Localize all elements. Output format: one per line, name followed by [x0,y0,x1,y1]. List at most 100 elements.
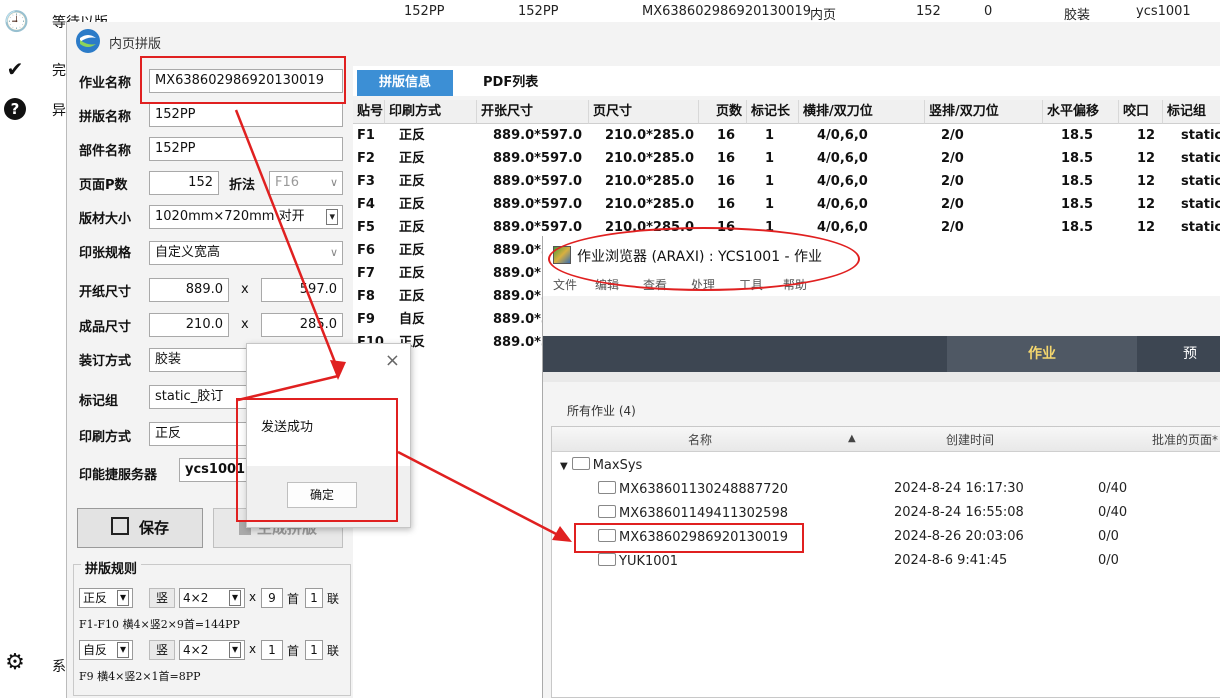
tab-pdf-list[interactable]: PDF列表 [483,70,538,96]
rule1-grid-select[interactable]: 4×2 ▾ [179,588,245,608]
save-icon [110,517,129,535]
table-header[interactable]: 标记组 [1163,100,1220,124]
mark-group-select[interactable]: static_胶订 [149,385,247,409]
sidebar-item-done[interactable]: 完 [52,60,66,80]
rule2-orient-toggle[interactable]: 竖 [149,640,175,660]
clock-icon[interactable]: 🕘 [4,10,29,32]
sheet-spec-select[interactable]: 自定义宽高 ∨ [149,241,343,265]
window-title: 内页拼版 [109,37,162,52]
rule1-mode-select[interactable]: 正反 ▾ [79,588,133,608]
rule2-lian-input[interactable]: 1 [305,640,323,660]
page-count-input[interactable]: 152 [149,171,219,195]
table-header[interactable]: 页数 [699,100,747,124]
rule2-grid-select[interactable]: 4×2 ▾ [179,640,245,660]
server-label: 印能捷服务器 [79,468,158,483]
cell-signature: F1 [357,128,375,143]
times-sign: x [249,642,257,656]
col-name[interactable]: 名称 [688,431,712,448]
chevron-down-icon: ▾ [228,642,241,658]
chevron-down-icon: ∨ [329,246,338,259]
job-row[interactable]: YUK1001 [598,553,678,569]
annotation-ellipse-araxi-title [548,227,860,291]
fold-select[interactable]: F16 ∨ [269,171,343,195]
tab-jobs[interactable]: 作业 [947,336,1137,372]
close-icon[interactable]: × [385,350,400,371]
expand-arrow-icon[interactable]: ▼ [560,461,568,472]
paper-width-input[interactable]: 889.0 [149,278,229,302]
tab-imposition-info[interactable]: 拼版信息 [357,70,453,96]
print-method-select[interactable]: 正反 [149,422,247,446]
job-created: 2024-8-24 16:17:30 [894,481,1024,496]
cell-mark-length: 1 [765,174,775,189]
plate-size-value: 1020mm×720mm [155,209,275,224]
chevron-down-icon: ▾ [326,209,338,225]
menu-file[interactable]: 文件 [553,276,577,293]
table-row[interactable]: F8 正反 889.0*5 [353,285,553,308]
cell-sheet-size: 889.0*597.0 [493,174,583,189]
lian-label: 联 [327,644,340,658]
rule1-note: F1-F10 横4×竖2×9首=144PP [79,618,240,631]
cell-page-size: 210.0*285.0 [605,151,695,166]
lian-label: 联 [327,592,340,606]
rule1-mode: 正反 [83,591,108,605]
cell-print-method: 自反 [399,312,426,327]
plate-size-select[interactable]: 1020mm×720mm 对开 ▾ [149,205,343,229]
cell-signature: F6 [357,243,375,258]
table-row[interactable]: F1 正反 889.0*597.0 210.0*285.0 16 1 4/0,6… [353,124,1220,147]
finish-height-input[interactable]: 285.0 [261,313,343,337]
tab-preview[interactable]: 预 [1183,336,1197,372]
job-row[interactable]: MX638601130248887720 [598,481,788,497]
table-header[interactable]: 咬口 [1119,100,1163,124]
table-header[interactable]: 贴号 [353,100,385,124]
paper-size-label: 开纸尺寸 [79,285,132,300]
table-header[interactable]: 竖排/双刀位 [925,100,1043,124]
gear-icon[interactable]: ⚙ [4,652,26,674]
binding-select[interactable]: 胶装 [149,348,247,372]
part-name-input[interactable]: 152PP [149,137,343,161]
finish-width-input[interactable]: 210.0 [149,313,229,337]
sort-asc-icon[interactable]: ▲ [848,433,856,444]
check-icon[interactable]: ✔ [4,58,26,80]
table-header[interactable]: 开张尺寸 [477,100,589,124]
rule2-mode-select[interactable]: 自反 ▾ [79,640,133,660]
cell-gripper: 12 [1137,128,1156,143]
times-sign: x [249,590,257,604]
table-header[interactable]: 水平偏移 [1043,100,1119,124]
bg-cell: ycs1001 [1136,4,1191,19]
save-button[interactable]: 保存 [77,508,203,548]
rule1-count-input[interactable]: 9 [261,588,283,608]
paper-height-input[interactable]: 597.0 [261,278,343,302]
bg-cell: 0 [984,4,993,19]
cell-h-offset: 18.5 [1061,151,1094,166]
job-row[interactable]: MX638601149411302598 [598,505,788,521]
cell-pages: 16 [717,197,736,212]
impose-name-input[interactable]: 152PP [149,103,343,127]
table-row[interactable]: F2 正反 889.0*597.0 210.0*285.0 16 1 4/0,6… [353,147,1220,170]
table-header[interactable]: 标记长 [747,100,799,124]
cell-horizontal: 4/0,6,0 [817,128,868,143]
table-header[interactable]: 横排/双刀位 [799,100,925,124]
rule1-orient-toggle[interactable]: 竖 [149,588,175,608]
cell-vertical: 2/0 [941,197,964,212]
cell-sheet-size: 889.0*5 [493,289,550,304]
job-created: 2024-8-26 20:03:06 [894,529,1024,544]
col-created[interactable]: 创建时间 [946,431,994,448]
sidebar-item-error[interactable]: 异 [52,100,66,120]
sidebar-item-system[interactable]: 系 [52,656,66,676]
table-header[interactable]: 印刷方式 [385,100,477,124]
job-group-row[interactable]: ▼ MaxSys [560,457,642,473]
table-header[interactable]: 页尺寸 [589,100,699,124]
cell-print-method: 正反 [399,151,426,166]
question-icon[interactable]: ? [4,98,26,120]
rule2-count-input[interactable]: 1 [261,640,283,660]
table-row[interactable]: F6 正反 889.0*5 [353,239,553,262]
rule2-mode: 自反 [83,643,108,657]
rule1-lian-input[interactable]: 1 [305,588,323,608]
table-row[interactable]: F3 正反 889.0*597.0 210.0*285.0 16 1 4/0,6… [353,170,1220,193]
table-row[interactable]: F9 自反 889.0*5 [353,308,553,331]
table-row[interactable]: F7 正反 889.0* [353,262,553,285]
cell-signature: F2 [357,151,375,166]
col-approved[interactable]: 批准的页面* [1152,431,1218,448]
cell-vertical: 2/0 [941,174,964,189]
table-row[interactable]: F4 正反 889.0*597.0 210.0*285.0 16 1 4/0,6… [353,193,1220,216]
